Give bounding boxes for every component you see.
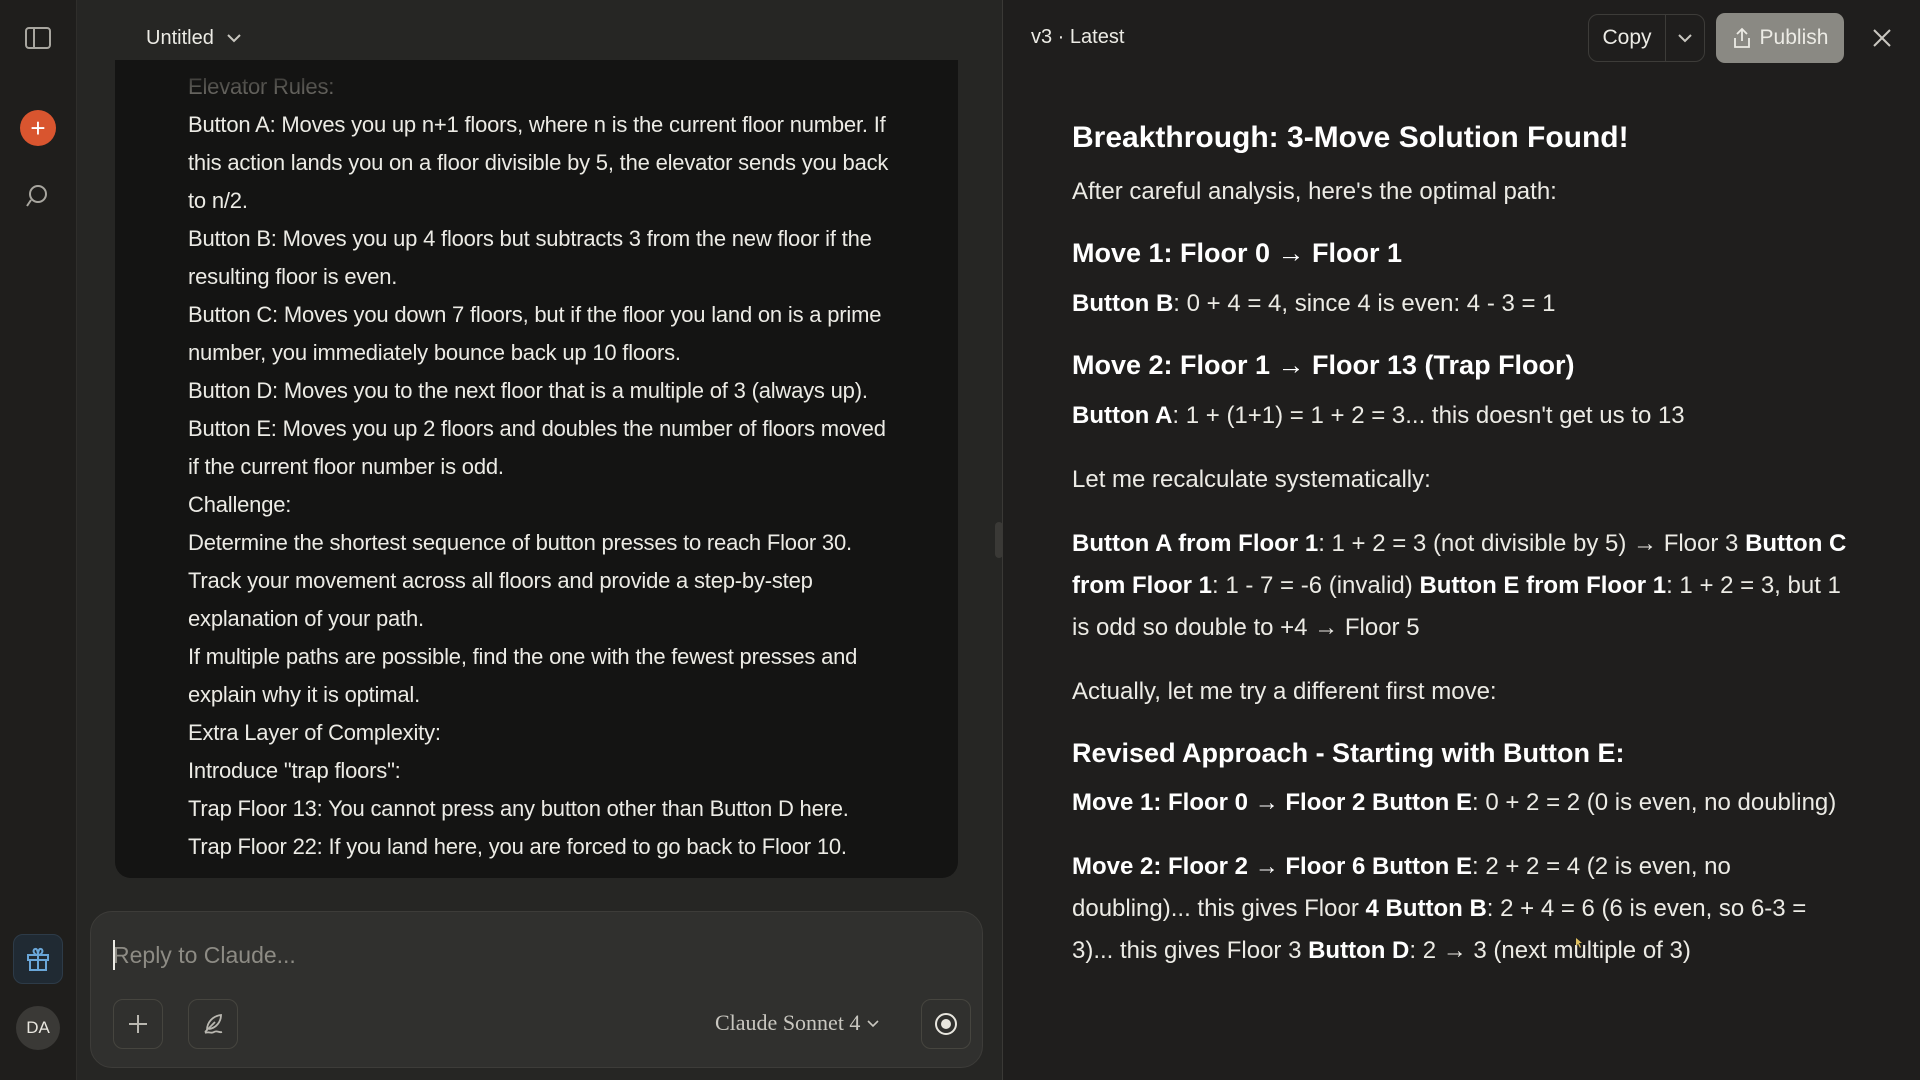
feather-icon	[204, 1013, 223, 1034]
message-line: this action lands you on a floor divisib…	[188, 150, 889, 175]
message-line: Button C: Moves you down 7 floors, but i…	[188, 302, 882, 327]
recalc-text: Let me recalculate systematically:	[1072, 465, 1431, 493]
gift-icon	[27, 947, 49, 971]
copy-button-group: Copy	[1588, 14, 1705, 62]
chat-column: Untitled Elevator Rules:Button A: Moves …	[78, 0, 1001, 1080]
message-line: Button A: Moves you up n+1 floors, where…	[188, 112, 886, 137]
message-line: Challenge:	[188, 492, 292, 517]
share-icon	[1733, 27, 1750, 48]
document-heading: Breakthrough: 3-Move Solution Found!	[1072, 121, 1629, 154]
message-line: Track your movement across all floors an…	[188, 568, 813, 593]
actually-text: Actually, let me try a different first m…	[1072, 677, 1497, 705]
artifact-header: v3 · Latest Copy Publish	[1003, 0, 1920, 76]
move2-text: Button A: 1 + (1+1) = 1 + 2 = 3... this …	[1072, 401, 1685, 429]
message-line: explain why it is optimal.	[188, 682, 421, 707]
message-body: Elevator Rules:Button A: Moves you up n+…	[188, 68, 928, 866]
sidebar-icon	[25, 27, 51, 49]
artifact-panel: v3 · Latest Copy Publish Breakthrough: 3…	[1002, 0, 1920, 1080]
voice-icon	[935, 1013, 957, 1035]
add-attachment-button[interactable]	[113, 999, 163, 1049]
message-line: Introduce "trap floors":	[188, 758, 401, 783]
version-selector[interactable]: v3 · Latest	[1031, 26, 1124, 49]
search-icon	[26, 185, 47, 207]
move2-heading: Move 2: Floor 1 → Floor 13 (Trap Floor)	[1072, 349, 1575, 380]
message-line: resulting floor is even.	[188, 264, 398, 289]
plus-icon: +	[20, 110, 56, 146]
message-line: Button B: Moves you up 4 floors but subt…	[188, 226, 872, 251]
message-line: Trap Floor 13: You cannot press any butt…	[188, 796, 849, 821]
avatar[interactable]: DA	[16, 1006, 60, 1050]
text-caret	[113, 940, 115, 970]
message-line: explanation of your path.	[188, 606, 424, 631]
revised-move1-text: Move 1: Floor 0 → Floor 2 Button E: 0 + …	[1072, 789, 1837, 817]
move1-heading: Move 1: Floor 0 → Floor 1	[1072, 238, 1403, 268]
revised-heading: Revised Approach - Starting with Button …	[1072, 737, 1625, 768]
model-selector[interactable]: Claude Sonnet 4	[715, 1010, 880, 1036]
conversation-title: Untitled	[146, 26, 214, 49]
conversation-title-button[interactable]: Untitled	[138, 20, 250, 56]
scroll-fade	[115, 60, 958, 100]
copy-button[interactable]: Copy	[1589, 15, 1665, 61]
composer: Claude Sonnet 4	[90, 911, 983, 1068]
publish-label: Publish	[1759, 26, 1829, 49]
options-text: Button A from Floor 1: 1 + 2 = 3 (not di…	[1072, 529, 1847, 641]
sidebar-toggle-button[interactable]	[18, 18, 58, 58]
message-line: Trap Floor 22: If you land here, you are…	[188, 834, 847, 859]
chevron-down-icon	[1678, 34, 1692, 43]
intro-text: After careful analysis, here's the optim…	[1072, 178, 1557, 205]
chevron-down-icon	[867, 1019, 880, 1027]
artifact-document: Breakthrough: 3-Move Solution Found! Aft…	[1072, 118, 1852, 994]
model-name: Claude Sonnet 4	[715, 1010, 861, 1035]
plus-icon	[129, 1015, 147, 1033]
left-rail: + DA	[0, 0, 77, 1080]
message-line: if the current floor number is odd.	[188, 454, 504, 479]
message-line: If multiple paths are possible, find the…	[188, 644, 858, 669]
close-icon	[1873, 29, 1891, 47]
tools-button[interactable]	[188, 999, 238, 1049]
voice-mode-button[interactable]	[921, 999, 971, 1049]
copy-options-button[interactable]	[1665, 15, 1704, 61]
close-button[interactable]	[1868, 24, 1896, 52]
gift-button[interactable]	[13, 934, 63, 984]
user-message: Elevator Rules:Button A: Moves you up n+…	[115, 60, 958, 878]
reply-input[interactable]	[113, 938, 953, 972]
publish-button[interactable]: Publish	[1716, 13, 1844, 63]
revised-move2-text: Move 2: Floor 2 → Floor 6 Button E: 2 + …	[1072, 853, 1807, 965]
message-line: Determine the shortest sequence of butto…	[188, 530, 852, 555]
move1-text: Button B: 0 + 4 = 4, since 4 is even: 4 …	[1072, 289, 1556, 317]
new-chat-button[interactable]: +	[18, 108, 58, 148]
message-line: to n/2.	[188, 188, 248, 213]
search-button[interactable]	[18, 176, 58, 216]
chevron-down-icon	[227, 34, 241, 43]
message-line: Button D: Moves you to the next floor th…	[188, 378, 868, 403]
message-line: number, you immediately bounce back up 1…	[188, 340, 681, 365]
message-line: Button E: Moves you up 2 floors and doub…	[188, 416, 886, 441]
message-line: Extra Layer of Complexity:	[188, 720, 441, 745]
mouse-pointer-icon	[1576, 938, 1582, 948]
